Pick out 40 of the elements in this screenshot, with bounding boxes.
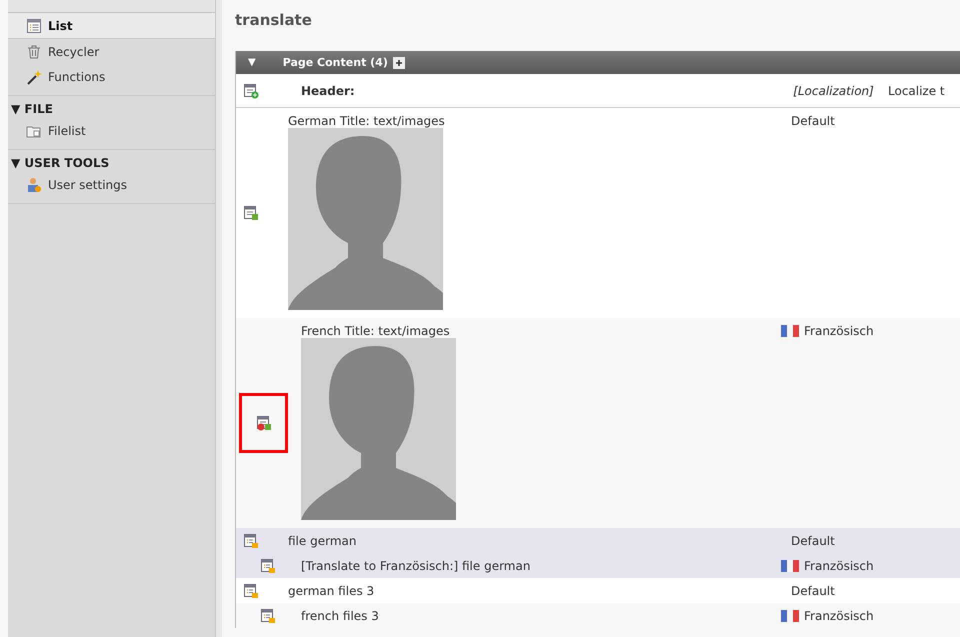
user-icon (26, 176, 42, 192)
section-header[interactable]: ▼ FILE (8, 96, 215, 118)
flag-icon (781, 560, 799, 572)
file-record-icon[interactable] (260, 558, 276, 574)
flag-icon (781, 325, 799, 337)
trash-icon (26, 44, 42, 60)
language-label: Französisch (804, 324, 874, 338)
flag-icon (781, 610, 799, 622)
section-header[interactable]: ▼ USER TOOLS (8, 150, 215, 172)
column-header: Localize t (888, 84, 945, 98)
sidebar-item[interactable]: Recycler (8, 39, 215, 64)
file-record-icon[interactable] (243, 582, 259, 598)
table-title: Page Content (4) (282, 56, 388, 69)
add-icon[interactable] (392, 56, 405, 68)
language-label: Default (790, 534, 835, 548)
record-blocked-icon[interactable] (256, 415, 272, 431)
wand-icon (26, 68, 42, 84)
new-record-icon[interactable] (243, 82, 259, 98)
list-icon (26, 18, 42, 34)
record-title[interactable]: german files 3 (288, 584, 781, 598)
language-label: Default (790, 114, 835, 128)
column-header: [Localization] (792, 84, 875, 98)
page-title: translate (235, 11, 313, 31)
sidebar-item[interactable]: Functions (8, 64, 215, 89)
record-title[interactable]: french files 3 (301, 608, 781, 622)
column-header: Header: (300, 84, 356, 98)
record-icon[interactable] (243, 205, 259, 221)
sidebar-item[interactable]: User settings (8, 172, 215, 197)
record-title[interactable]: [Translate to Französisch:] file german (301, 558, 781, 572)
record-title[interactable]: file german (288, 534, 781, 548)
language-label: Default (790, 584, 835, 598)
language-label: Französisch (804, 608, 874, 622)
record-title[interactable]: German Title: text/images (288, 114, 781, 128)
file-record-icon[interactable] (243, 532, 259, 548)
collapse-toggle[interactable]: ▼ (248, 57, 256, 68)
file-record-icon[interactable] (260, 608, 276, 624)
language-label: Französisch (804, 558, 874, 572)
sidebar-item[interactable]: List (8, 13, 215, 39)
sidebar-item[interactable]: Filelist (8, 118, 215, 143)
record-title[interactable]: French Title: text/images (301, 324, 781, 338)
